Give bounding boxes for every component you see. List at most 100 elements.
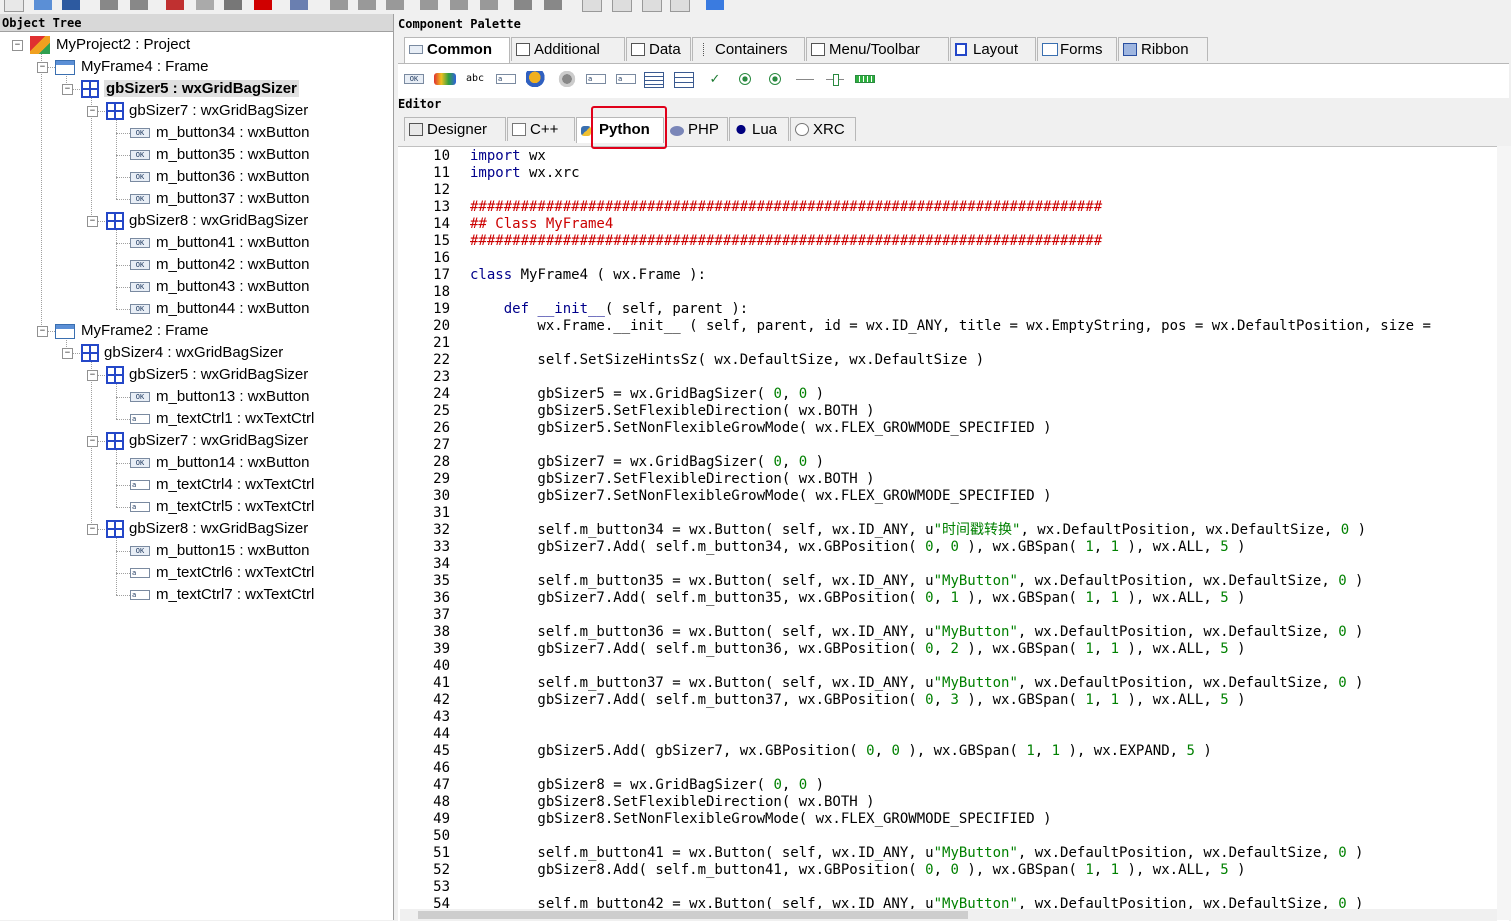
vertical-scrollbar[interactable] [1497,146,1511,920]
tree-node[interactable]: MyFrame2 : Frame [55,320,209,342]
code-line[interactable]: gbSizer5 = wx.GridBagSizer( 0, 0 ) [470,386,824,403]
gauge-icon[interactable] [854,71,876,87]
radiobutton-icon[interactable] [734,71,756,87]
code-editor[interactable]: 10 11 12 13 14 15 16 17 18 19 20 21 22 23 24 25 26 27 28 29… [398,146,1509,921]
tab-data[interactable]: Data [626,37,691,61]
tab-designer[interactable]: Designer [404,117,506,141]
tree-node[interactable]: gbSizer5 : wxGridBagSizer [80,78,299,100]
static-line-icon[interactable] [794,71,816,87]
align-right-icon[interactable] [386,0,404,10]
tab-layout[interactable]: Layout [950,37,1036,61]
border-top-icon[interactable] [642,0,662,12]
paste-icon[interactable] [224,0,242,10]
radiobutton2-icon[interactable] [764,71,786,87]
tree-collapse-toggle[interactable]: − [87,106,98,117]
tab-php[interactable]: PHP [665,117,728,141]
tree-node[interactable]: MyFrame4 : Frame [55,56,209,78]
code-line[interactable]: gbSizer7.SetFlexibleDirection( wx.BOTH ) [470,471,874,488]
code-line[interactable]: gbSizer8.Add( self.m_button41, wx.GBPosi… [470,862,1245,879]
tree-node[interactable]: OK m_button13 : wxButton [130,386,309,408]
arrow-right-icon[interactable] [706,0,724,10]
tree-node[interactable]: a m_textCtrl4 : wxTextCtrl [130,474,314,496]
tree-node[interactable]: OK m_button15 : wxButton [130,540,309,562]
code-line[interactable]: gbSizer5.Add( gbSizer7, wx.GBPosition( 0… [470,743,1211,760]
radiobox-icon[interactable] [674,71,696,88]
copy-icon[interactable] [196,0,214,10]
code-line[interactable]: self.SetSizeHintsSz( wx.DefaultSize, wx.… [470,352,984,369]
tab-cpp[interactable]: C++ [507,117,575,141]
save-icon[interactable] [62,0,80,10]
redo-icon[interactable] [130,0,148,10]
code-line[interactable]: gbSizer7.SetNonFlexibleGrowMode( wx.FLEX… [470,488,1051,505]
open-icon[interactable] [34,0,52,10]
tree-node[interactable]: OK m_button37 : wxButton [130,188,309,210]
slider-icon[interactable] [824,71,846,87]
tree-collapse-toggle[interactable]: − [87,216,98,227]
code-line[interactable]: self.m_button37 = wx.Button( self, wx.ID… [470,675,1363,692]
bitmap-button-icon[interactable] [434,73,456,85]
tab-ribbon[interactable]: Ribbon [1118,37,1208,61]
stretch-icon[interactable] [544,0,562,10]
code-line[interactable]: ########################################… [470,199,1102,216]
align-left-icon[interactable] [330,0,348,10]
border-bottom-icon[interactable] [670,0,690,12]
tree-node[interactable]: a m_textCtrl5 : wxTextCtrl [130,496,314,518]
tree-collapse-toggle[interactable]: − [62,84,73,95]
border-left-icon[interactable] [582,0,602,12]
static-text-icon[interactable]: abc [466,71,488,87]
tree-node[interactable]: gbSizer8 : wxGridBagSizer [105,518,308,540]
code-line[interactable]: gbSizer8.SetFlexibleDirection( wx.BOTH ) [470,794,874,811]
tree-collapse-toggle[interactable]: − [37,326,48,337]
checkbox-icon[interactable]: ✓ [704,71,726,87]
code-line[interactable]: gbSizer7.Add( self.m_button37, wx.GBPosi… [470,692,1245,709]
align-center-icon[interactable] [358,0,376,10]
tree-node[interactable]: gbSizer4 : wxGridBagSizer [80,342,283,364]
code-line[interactable]: import wx.xrc [470,165,580,182]
tree-node[interactable]: MyProject2 : Project [30,34,190,56]
code-line[interactable]: gbSizer5.SetFlexibleDirection( wx.BOTH ) [470,403,874,420]
textctrl-control-icon[interactable]: a [496,71,518,87]
horizontal-scrollbar[interactable] [400,909,1497,921]
code-line[interactable]: wx.Frame.__init__ ( self, parent, id = w… [470,318,1430,335]
code-line[interactable]: gbSizer5.SetNonFlexibleGrowMode( wx.FLEX… [470,420,1051,437]
tree-node[interactable]: OK m_button34 : wxButton [130,122,309,144]
tree-node[interactable]: gbSizer8 : wxGridBagSizer [105,210,308,232]
tree-node[interactable]: OK m_button41 : wxButton [130,232,309,254]
listctrl-icon[interactable] [644,71,666,88]
tree-collapse-toggle[interactable]: − [62,348,73,359]
code-line[interactable]: gbSizer7 = wx.GridBagSizer( 0, 0 ) [470,454,824,471]
button-control-icon[interactable]: OK [404,71,426,87]
align-bottom-icon[interactable] [480,0,498,10]
static-bitmap-icon[interactable] [526,71,548,87]
horizontal-scroll-thumb[interactable] [418,911,968,919]
expand-icon[interactable] [514,0,532,10]
tree-node[interactable]: a m_textCtrl1 : wxTextCtrl [130,408,314,430]
tree-node[interactable]: gbSizer7 : wxGridBagSizer [105,100,308,122]
tree-node[interactable]: gbSizer7 : wxGridBagSizer [105,430,308,452]
code-line[interactable]: gbSizer8.SetNonFlexibleGrowMode( wx.FLEX… [470,811,1051,828]
code-line[interactable]: gbSizer7.Add( self.m_button35, wx.GBPosi… [470,590,1245,607]
code-line[interactable]: def __init__( self, parent ): [470,301,748,318]
tab-forms[interactable]: Forms [1037,37,1117,61]
cut-icon[interactable] [166,0,184,10]
new-project-icon[interactable] [4,0,24,12]
code-line[interactable]: class MyFrame4 ( wx.Frame ): [470,267,706,284]
settings-icon[interactable] [290,0,308,10]
tree-collapse-toggle[interactable]: − [87,524,98,535]
tab-xrc[interactable]: XRC [790,117,856,141]
tree-collapse-toggle[interactable]: − [87,370,98,381]
tree-collapse-toggle[interactable]: − [87,436,98,447]
tab-containers[interactable]: Containers [692,37,805,61]
tree-node[interactable]: OK m_button36 : wxButton [130,166,309,188]
code-line[interactable]: self.m_button34 = wx.Button( self, wx.ID… [470,522,1366,539]
tab-menu-toolbar[interactable]: Menu/Toolbar [806,37,949,61]
object-tree[interactable]: − MyProject2 : Project − MyFrame4 : Frame − g… [0,34,393,914]
choice-icon[interactable]: a [586,71,608,87]
tree-collapse-toggle[interactable]: − [37,62,48,73]
tab-lua[interactable]: Lua [729,117,789,141]
undo-icon[interactable] [100,0,118,10]
combo-icon[interactable] [556,71,578,87]
tree-node[interactable]: OK m_button43 : wxButton [130,276,309,298]
tree-node[interactable]: OK m_button42 : wxButton [130,254,309,276]
listbox-icon[interactable]: a [616,71,638,87]
